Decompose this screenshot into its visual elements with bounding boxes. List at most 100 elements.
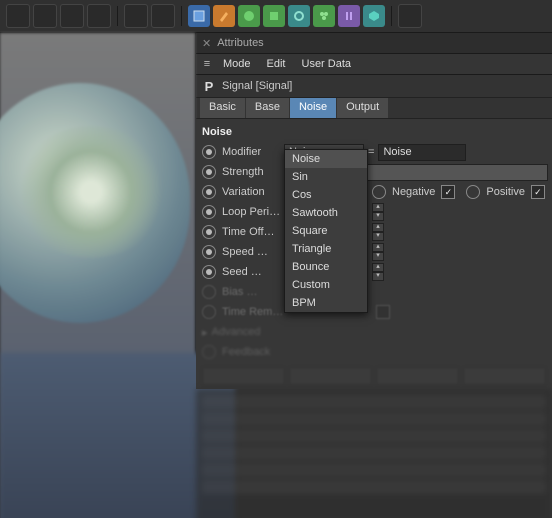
tool-icon[interactable]: [6, 4, 30, 28]
row-timerem: Time Rem…: [200, 303, 548, 321]
option-bpm[interactable]: BPM: [285, 294, 367, 312]
option-square[interactable]: Square: [285, 222, 367, 240]
cluster-icon[interactable]: [313, 5, 335, 27]
tool-icon[interactable]: [60, 4, 84, 28]
option-sin[interactable]: Sin: [285, 168, 367, 186]
spinner[interactable]: ▴▾: [372, 263, 384, 281]
cube2-icon[interactable]: [263, 5, 285, 27]
spinner[interactable]: ▴▾: [372, 203, 384, 221]
attributes-panel: ✕ Attributes ≡ Mode Edit User Data P Sig…: [195, 33, 552, 518]
tool-icon[interactable]: [151, 4, 175, 28]
tab-base[interactable]: Base: [246, 98, 289, 118]
option-custom[interactable]: Custom: [285, 276, 367, 294]
gear-icon[interactable]: [288, 5, 310, 27]
row-strength: Strength: [200, 163, 548, 181]
anim-radio[interactable]: [202, 345, 216, 359]
row-advanced[interactable]: ▸ Advanced: [200, 323, 548, 341]
movedown-button[interactable]: [376, 367, 459, 385]
properties-area: Noise Modifier Noise ▾ = Noise Strength …: [196, 119, 552, 389]
label-timerem: Time Rem…: [222, 306, 284, 318]
anim-radio[interactable]: [202, 145, 216, 159]
object-header: P Signal [Signal]: [196, 75, 552, 98]
button-row: [200, 363, 548, 389]
delete-button[interactable]: [202, 367, 285, 385]
tab-noise[interactable]: Noise: [290, 98, 336, 118]
main-area: ✕ Attributes ≡ Mode Edit User Data P Sig…: [0, 33, 552, 518]
tool-icon[interactable]: [124, 4, 148, 28]
top-toolbar: [0, 0, 552, 33]
attribute-tabs: Basic Base Noise Output: [196, 98, 552, 119]
brush-icon[interactable]: [213, 5, 235, 27]
label-modifier: Modifier: [222, 146, 284, 158]
close-icon[interactable]: ✕: [202, 37, 211, 50]
section-noise: Noise: [200, 123, 548, 143]
label-strength: Strength: [222, 166, 284, 178]
anim-radio[interactable]: [202, 165, 216, 179]
row-variation: Variation Negative Positive: [200, 183, 548, 201]
anim-radio[interactable]: [202, 305, 216, 319]
label-positive: Positive: [486, 186, 525, 198]
viewport-scene: [0, 83, 190, 323]
anim-radio[interactable]: [202, 205, 216, 219]
spinner[interactable]: ▴▾: [372, 243, 384, 261]
hex-icon[interactable]: [363, 5, 385, 27]
option-bounce[interactable]: Bounce: [285, 258, 367, 276]
anim-radio[interactable]: [202, 225, 216, 239]
anim-radio[interactable]: [202, 185, 216, 199]
object-name: Signal [Signal]: [222, 80, 292, 92]
separator: [391, 6, 392, 26]
option-sawtooth[interactable]: Sawtooth: [285, 204, 367, 222]
negative-checkbox[interactable]: [441, 185, 455, 199]
panel-menu: ≡ Mode Edit User Data: [196, 54, 552, 75]
row-modifier: Modifier Noise ▾ = Noise: [200, 143, 548, 161]
modifier-name-field[interactable]: Noise: [378, 144, 466, 161]
row-speed: Speed … ▴▾: [200, 243, 548, 261]
viewport[interactable]: [0, 33, 195, 518]
positive-checkbox[interactable]: [531, 185, 545, 199]
tool-icon[interactable]: [398, 4, 422, 28]
label-negative: Negative: [392, 186, 435, 198]
equals-label: =: [368, 146, 374, 158]
anim-radio[interactable]: [202, 265, 216, 279]
anim-radio[interactable]: [202, 285, 216, 299]
row-feedback: Feedback: [200, 343, 548, 361]
row-seed: Seed … ▴▾: [200, 263, 548, 281]
option-noise[interactable]: Noise: [285, 150, 367, 168]
label-loop: Loop Peri…: [222, 206, 284, 218]
anim-radio[interactable]: [202, 245, 216, 259]
moveup-button[interactable]: [289, 367, 372, 385]
label-seed: Seed …: [222, 266, 284, 278]
anim-radio[interactable]: [372, 185, 386, 199]
menu-mode[interactable]: Mode: [216, 56, 258, 72]
anim-radio[interactable]: [466, 185, 480, 199]
duplicate-button[interactable]: [463, 367, 546, 385]
sphere-icon[interactable]: [238, 5, 260, 27]
label-advanced: Advanced: [212, 326, 261, 338]
lower-panels: [196, 389, 552, 518]
label-speed: Speed …: [222, 246, 284, 258]
tool-icon[interactable]: [33, 4, 57, 28]
option-triangle[interactable]: Triangle: [285, 240, 367, 258]
panel-tab-bar: ✕ Attributes: [196, 33, 552, 54]
tool-icon[interactable]: [87, 4, 111, 28]
label-timeoff: Time Off…: [222, 226, 284, 238]
tab-output[interactable]: Output: [337, 98, 388, 118]
modifier-dropdown-menu: Noise Sin Cos Sawtooth Square Triangle B…: [284, 149, 368, 313]
label-bias: Bias …: [222, 286, 284, 298]
row-timeoff: Time Off… ▴▾: [200, 223, 548, 241]
label-feedback: Feedback: [222, 346, 284, 358]
menu-userdata[interactable]: User Data: [295, 56, 359, 72]
label-variation: Variation: [222, 186, 284, 198]
separator: [181, 6, 182, 26]
cube-icon[interactable]: [188, 5, 210, 27]
bars-icon[interactable]: [338, 5, 360, 27]
spinner[interactable]: ▴▾: [372, 223, 384, 241]
menu-icon[interactable]: ≡: [200, 58, 214, 70]
option-cos[interactable]: Cos: [285, 186, 367, 204]
separator: [117, 6, 118, 26]
row-loop: Loop Peri… ▴▾: [200, 203, 548, 221]
panel-title: Attributes: [217, 37, 263, 49]
menu-edit[interactable]: Edit: [260, 56, 293, 72]
tab-basic[interactable]: Basic: [200, 98, 245, 118]
timerem-checkbox[interactable]: [376, 305, 390, 319]
